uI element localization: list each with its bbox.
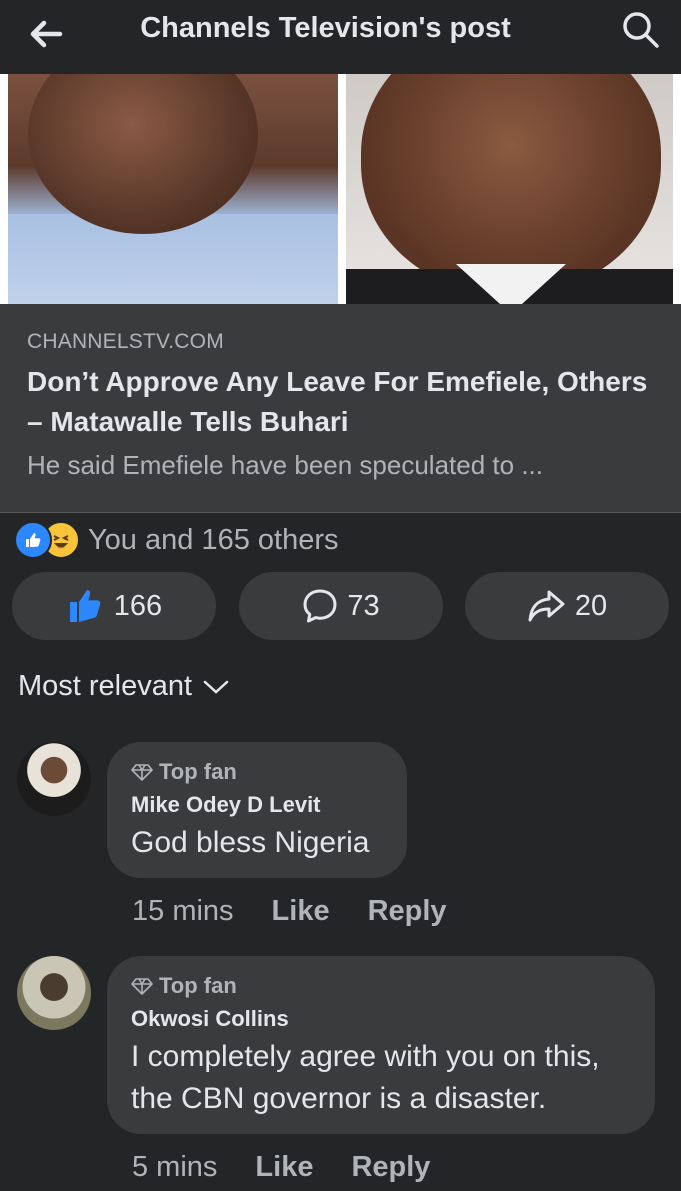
reaction-summary[interactable]: You and 165 others [14,520,338,560]
share-icon [528,590,565,622]
top-fan-badge: Top fan [131,972,631,1000]
comment-text: I completely agree with you on this, the… [131,1040,600,1115]
top-fan-badge: Top fan [131,758,383,786]
comment-sort-dropdown[interactable]: Most relevant [18,670,230,703]
link-description: He said Emefiele have been speculated to… [27,450,543,480]
like-button[interactable]: 166 [12,572,216,640]
top-bar: Channels Television's post [0,0,681,74]
page-title: Channels Television's post [140,12,511,44]
post-image[interactable] [0,74,681,304]
chevron-down-icon [203,680,229,694]
diamond-icon [131,764,153,781]
photo-left [8,74,338,304]
comment-author[interactable]: Okwosi Collins [131,1006,631,1032]
search-icon [623,12,659,48]
share-button[interactable]: 20 [465,572,669,640]
reaction-text: You and 165 others [88,523,339,556]
link-domain: CHANNELSTV.COM [27,330,224,353]
comment-reply-button[interactable]: Reply [351,1151,430,1184]
comment-count: 73 [347,589,380,622]
diamond-icon [131,978,153,995]
comment-meta: 5 mins Like Reply [132,1151,430,1184]
comment-time: 5 mins [132,1151,218,1183]
comment-like-button[interactable]: Like [272,895,330,928]
share-count: 20 [574,589,608,622]
photo-right [346,74,673,304]
avatar[interactable] [17,956,91,1030]
link-preview-card[interactable]: CHANNELSTV.COM Don’t Approve Any Leave F… [0,304,681,513]
comment-time: 15 mins [132,895,234,927]
search-button[interactable] [619,8,663,52]
thumbs-up-icon [69,590,101,622]
like-reaction-icon [14,521,52,559]
badge-label: Top fan [159,973,237,998]
link-headline: Don’t Approve Any Leave For Emefiele, Ot… [27,366,648,437]
comment-meta: 15 mins Like Reply [132,895,447,928]
comment-bubble[interactable]: Top fan Okwosi Collins I completely agre… [107,956,655,1134]
action-bar: 166 73 20 [12,572,669,640]
comment-like-button[interactable]: Like [255,1151,313,1184]
comment-icon [303,589,337,623]
sort-label: Most relevant [18,670,193,702]
badge-label: Top fan [159,759,237,784]
avatar[interactable] [17,742,91,816]
like-count: 166 [113,589,163,622]
comment-button[interactable]: 73 [238,572,443,640]
comment-bubble[interactable]: Top fan Mike Odey D Levit God bless Nige… [107,742,407,878]
comment-text: God bless Nigeria [131,826,370,859]
comment-author[interactable]: Mike Odey D Levit [131,792,383,818]
comment-reply-button[interactable]: Reply [368,895,447,928]
